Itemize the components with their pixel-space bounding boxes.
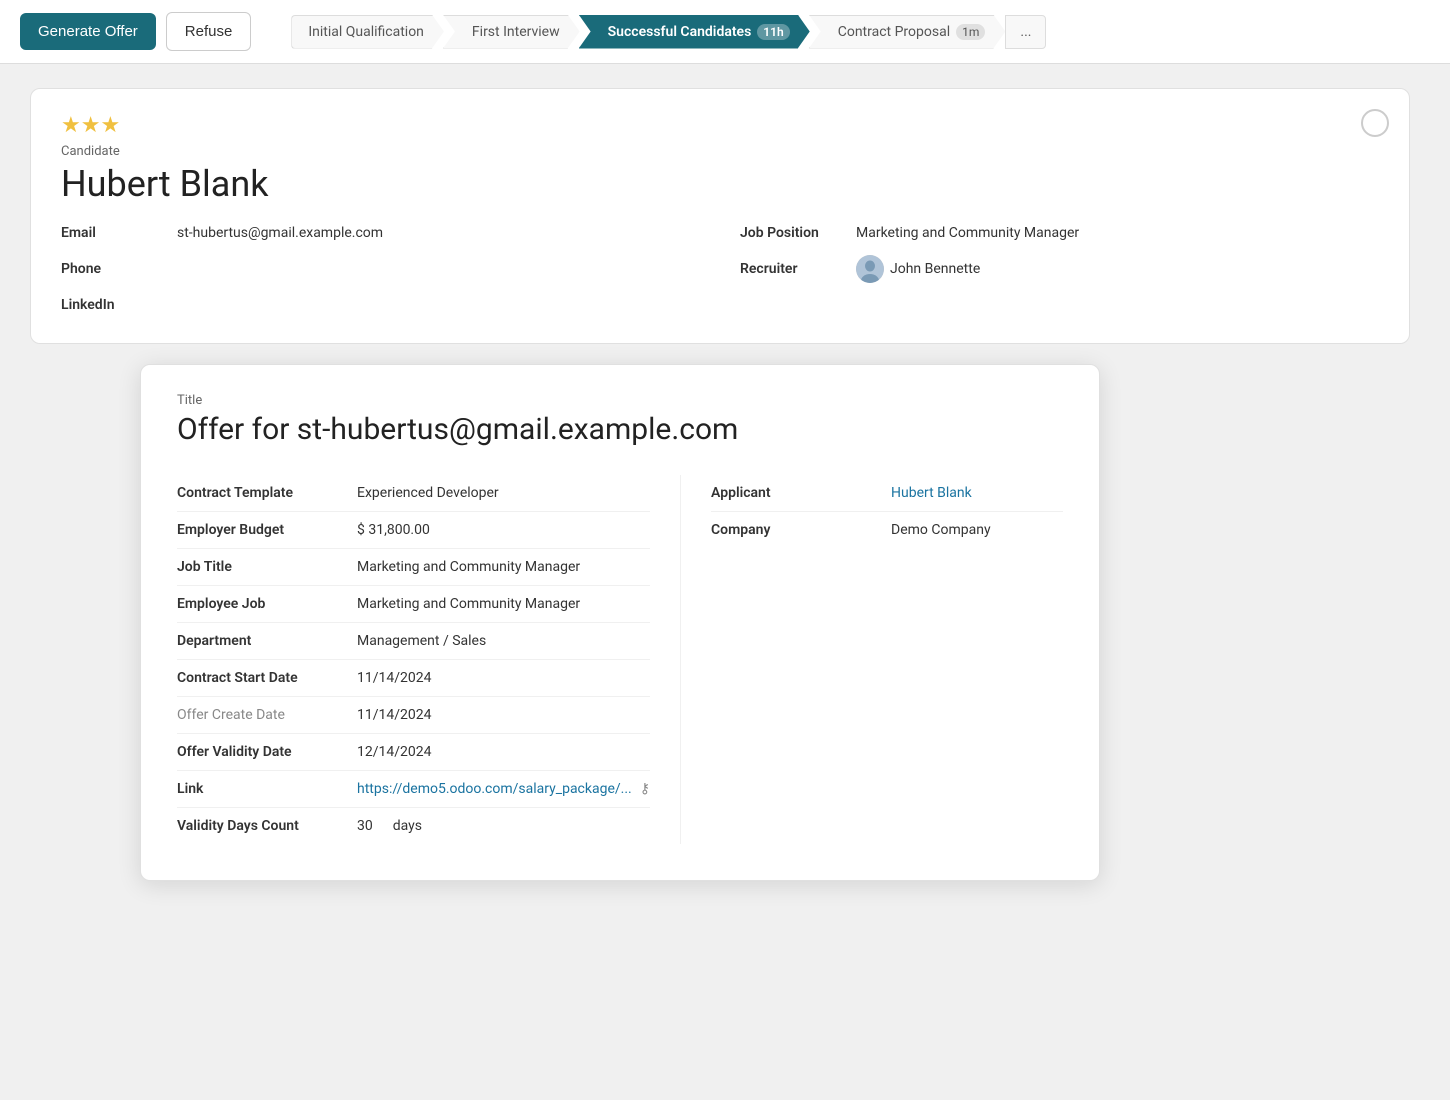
company-row: Company Demo Company — [711, 512, 1063, 548]
step-more-button[interactable]: ... — [1005, 15, 1046, 49]
validity-days-value: 30 — [357, 818, 373, 834]
company-label: Company — [711, 522, 891, 538]
job-position-field-row: Job Position Marketing and Community Man… — [740, 225, 1379, 241]
employer-budget-value: $ 31,800.00 — [357, 522, 430, 538]
department-label: Department — [177, 633, 357, 649]
offer-create-date-value: 11/14/2024 — [357, 707, 432, 723]
contract-start-date-label: Contract Start Date — [177, 670, 357, 686]
offer-card: Title Offer for st-hubertus@gmail.exampl… — [140, 364, 1100, 881]
applicant-value[interactable]: Hubert Blank — [891, 485, 972, 501]
job-title-row: Job Title Marketing and Community Manage… — [177, 549, 650, 586]
step-successful-candidates[interactable]: Successful Candidates 11h — [579, 15, 810, 49]
linkedin-label: LinkedIn — [61, 297, 161, 313]
phone-field-row: Phone — [61, 255, 700, 283]
validity-days-unit: days — [393, 818, 422, 834]
contract-start-date-row: Contract Start Date 11/14/2024 — [177, 660, 650, 697]
offer-create-date-label: Offer Create Date — [177, 707, 357, 723]
step-contract-proposal[interactable]: Contract Proposal 1m — [809, 15, 1006, 49]
link-value[interactable]: https://demo5.odoo.com/salary_package/..… — [357, 781, 632, 797]
validity-days-container: 30 days — [357, 818, 422, 834]
contract-template-value: Experienced Developer — [357, 485, 499, 501]
offer-title-value: Offer for st-hubertus@gmail.example.com — [177, 412, 1063, 447]
external-link-icon[interactable]: ⚷ — [640, 781, 650, 797]
contract-template-label: Contract Template — [177, 485, 357, 501]
offer-create-date-row: Offer Create Date 11/14/2024 — [177, 697, 650, 734]
offer-fields: Contract Template Experienced Developer … — [177, 475, 1063, 844]
step-initial-qualification[interactable]: Initial Qualification — [291, 15, 444, 49]
offer-left-column: Contract Template Experienced Developer … — [177, 475, 681, 844]
offer-right-column: Applicant Hubert Blank Company Demo Comp… — [681, 475, 1063, 844]
step-first-interview[interactable]: First Interview — [443, 15, 580, 49]
job-title-value: Marketing and Community Manager — [357, 559, 580, 575]
department-row: Department Management / Sales — [177, 623, 650, 660]
employee-job-row: Employee Job Marketing and Community Man… — [177, 586, 650, 623]
recruiter-field-row: Recruiter John Bennette — [740, 255, 1379, 283]
refuse-button[interactable]: Refuse — [166, 12, 252, 51]
generate-offer-button[interactable]: Generate Offer — [20, 13, 156, 50]
applicant-row: Applicant Hubert Blank — [711, 475, 1063, 512]
recruiter-label: Recruiter — [740, 261, 840, 277]
email-value: st-hubertus@gmail.example.com — [177, 225, 383, 241]
applicant-label: Applicant — [711, 485, 891, 501]
link-row: Link https://demo5.odoo.com/salary_packa… — [177, 771, 650, 808]
job-position-label: Job Position — [740, 225, 840, 241]
job-title-label: Job Title — [177, 559, 357, 575]
candidate-stars[interactable]: ★★★ — [61, 113, 1379, 138]
link-container: https://demo5.odoo.com/salary_package/..… — [357, 781, 650, 797]
candidate-card: ★★★ Candidate Hubert Blank Email st-hube… — [30, 88, 1410, 344]
step-badge: 1m — [956, 24, 985, 40]
step-label: Contract Proposal — [838, 24, 950, 40]
validity-days-row: Validity Days Count 30 days — [177, 808, 650, 844]
contract-template-row: Contract Template Experienced Developer — [177, 475, 650, 512]
pipeline-steps: Initial Qualification First Interview Su… — [291, 15, 1046, 49]
toolbar: Generate Offer Refuse Initial Qualificat… — [0, 0, 1450, 64]
job-position-value: Marketing and Community Manager — [856, 225, 1079, 241]
step-label: First Interview — [472, 24, 560, 40]
link-label: Link — [177, 781, 357, 797]
step-label: Initial Qualification — [308, 24, 424, 40]
phone-label: Phone — [61, 261, 161, 277]
department-value: Management / Sales — [357, 633, 486, 649]
contract-start-date-value: 11/14/2024 — [357, 670, 432, 686]
recruiter-name: John Bennette — [890, 261, 980, 277]
employee-job-value: Marketing and Community Manager — [357, 596, 580, 612]
candidate-label: Candidate — [61, 144, 1379, 159]
main-content: ★★★ Candidate Hubert Blank Email st-hube… — [0, 64, 1450, 368]
offer-validity-date-label: Offer Validity Date — [177, 744, 357, 760]
step-label: Successful Candidates — [608, 24, 752, 40]
employer-budget-row: Employer Budget $ 31,800.00 — [177, 512, 650, 549]
email-field-row: Email st-hubertus@gmail.example.com — [61, 225, 700, 241]
employer-budget-label: Employer Budget — [177, 522, 357, 538]
validity-days-label: Validity Days Count — [177, 818, 357, 834]
recruiter-row: John Bennette — [856, 255, 980, 283]
linkedin-field-row: LinkedIn — [61, 297, 700, 313]
offer-validity-date-row: Offer Validity Date 12/14/2024 — [177, 734, 650, 771]
candidate-fields: Email st-hubertus@gmail.example.com Job … — [61, 225, 1379, 313]
recruiter-avatar — [856, 255, 884, 283]
offer-validity-date-value: 12/14/2024 — [357, 744, 432, 760]
step-badge: 11h — [757, 24, 789, 40]
offer-title-label: Title — [177, 393, 1063, 408]
circle-toggle-button[interactable] — [1361, 109, 1389, 137]
company-value: Demo Company — [891, 522, 991, 538]
email-label: Email — [61, 225, 161, 241]
employee-job-label: Employee Job — [177, 596, 357, 612]
candidate-name: Hubert Blank — [61, 163, 1379, 205]
